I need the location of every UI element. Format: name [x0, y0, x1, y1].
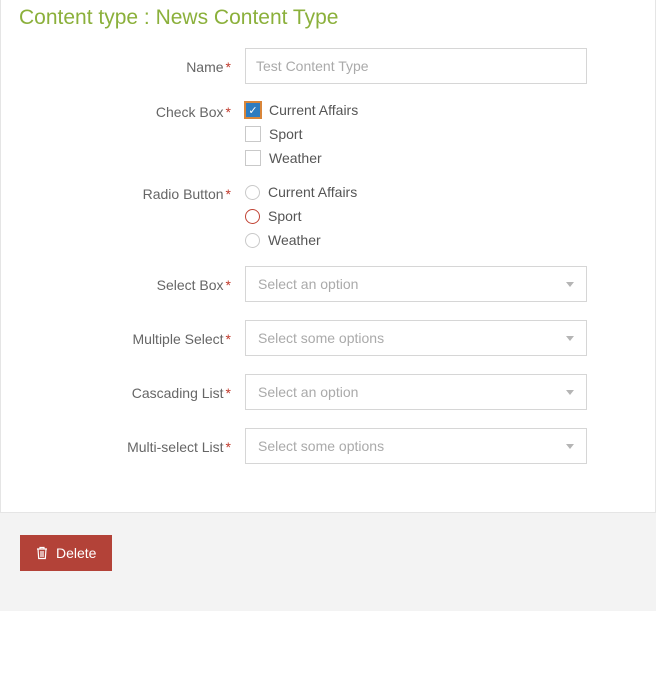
name-input[interactable]	[245, 48, 587, 84]
multilist-label: Multi-select List*	[19, 437, 245, 455]
name-label: Name*	[19, 57, 245, 75]
chevron-down-icon	[566, 282, 574, 287]
multilist-dropdown[interactable]: Select some options	[245, 428, 587, 464]
page-title: Content type : News Content Type	[1, 0, 655, 48]
cascading-dropdown[interactable]: Select an option	[245, 374, 587, 410]
trash-icon	[36, 546, 48, 560]
chevron-down-icon	[566, 390, 574, 395]
radio-sport[interactable]	[245, 209, 260, 224]
checkbox-weather[interactable]	[245, 150, 261, 166]
delete-button[interactable]: Delete	[20, 535, 112, 571]
cascading-label: Cascading List*	[19, 383, 245, 401]
checkbox-sport[interactable]	[245, 126, 261, 142]
checkbox-option-label: Current Affairs	[269, 102, 358, 118]
selectbox-label: Select Box*	[19, 275, 245, 293]
radio-label: Radio Button*	[19, 184, 245, 202]
radio-option-label: Weather	[268, 232, 321, 248]
multiselect-dropdown[interactable]: Select some options	[245, 320, 587, 356]
chevron-down-icon	[566, 444, 574, 449]
checkbox-label: Check Box*	[19, 102, 245, 120]
radio-weather[interactable]	[245, 233, 260, 248]
selectbox-dropdown[interactable]: Select an option	[245, 266, 587, 302]
chevron-down-icon	[566, 336, 574, 341]
checkbox-current-affairs[interactable]: ✓	[245, 102, 261, 118]
checkbox-option-label: Sport	[269, 126, 302, 142]
checkbox-option-label: Weather	[269, 150, 322, 166]
radio-current-affairs[interactable]	[245, 185, 260, 200]
radio-option-label: Sport	[268, 208, 301, 224]
radio-option-label: Current Affairs	[268, 184, 357, 200]
multiselect-label: Multiple Select*	[19, 329, 245, 347]
